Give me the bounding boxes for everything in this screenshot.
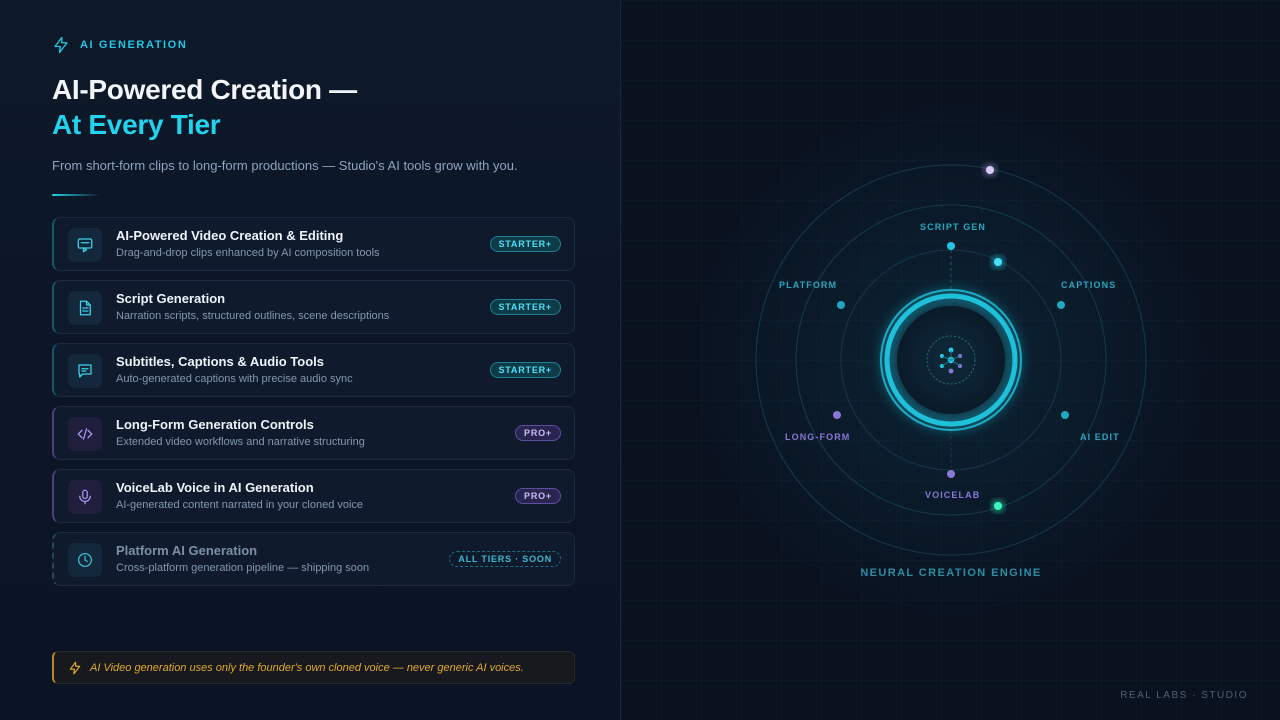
caption-icon xyxy=(68,354,102,388)
code-icon xyxy=(68,417,102,451)
node-label-long-form: LONG-FORM xyxy=(785,432,851,442)
node-long-form xyxy=(833,411,841,419)
feature-card[interactable]: Long-Form Generation Controls Extended v… xyxy=(52,406,575,460)
neural-engine-diagram xyxy=(755,163,1147,556)
feature-card[interactable]: AI-Powered Video Creation & Editing Drag… xyxy=(52,217,575,271)
node-label-ai-edit: AI EDIT xyxy=(1080,432,1120,442)
engine-label: NEURAL CREATION ENGINE xyxy=(860,567,1042,579)
node-label-captions: CAPTIONS xyxy=(1061,280,1117,290)
page-title-highlight: At Every Tier xyxy=(52,109,221,140)
node-script-gen xyxy=(947,242,955,250)
node-platform xyxy=(837,301,845,309)
diagram-panel: SCRIPT GEN CAPTIONS PLATFORM AI EDIT LON… xyxy=(620,0,1280,720)
note-text: AI Video generation uses only the founde… xyxy=(90,661,524,674)
node-voicelab xyxy=(947,470,955,478)
feature-description: Narration scripts, structured outlines, … xyxy=(116,310,390,322)
node-label-platform: PLATFORM xyxy=(779,280,838,290)
eyebrow-label: AI GENERATION xyxy=(80,39,188,51)
nucleus-dot xyxy=(948,368,954,374)
feature-title: Script Generation xyxy=(116,291,226,306)
microphone-icon xyxy=(68,480,102,514)
node-label-script-gen: SCRIPT GEN xyxy=(920,222,987,232)
tier-badge: STARTER+ xyxy=(489,236,561,252)
orbiter-dot xyxy=(994,258,1002,266)
feature-title: Subtitles, Captions & Audio Tools xyxy=(116,354,324,369)
tier-badge: PRO+ xyxy=(515,425,561,441)
accent-divider xyxy=(52,194,100,196)
feature-title: VoiceLab Voice in AI Generation xyxy=(116,480,314,495)
tier-badge: ALL TIERS · SOON xyxy=(449,551,561,567)
feature-title: Long-Form Generation Controls xyxy=(116,417,314,432)
lightning-bolt-icon xyxy=(52,36,70,54)
feature-description: Drag-and-drop clips enhanced by AI compo… xyxy=(116,247,380,259)
feature-description: Auto-generated captions with precise aud… xyxy=(116,373,353,385)
voice-policy-note: AI Video generation uses only the founde… xyxy=(52,651,575,684)
document-icon xyxy=(68,291,102,325)
video-edit-icon xyxy=(68,228,102,262)
clock-icon xyxy=(68,543,102,577)
lightning-bolt-icon xyxy=(68,661,82,675)
feature-title: Platform AI Generation xyxy=(116,543,258,558)
orbiter-dot xyxy=(994,502,1002,510)
feature-description: AI-generated content narrated in your cl… xyxy=(116,499,364,511)
footer-brand: REAL LABS · STUDIO xyxy=(1120,690,1248,701)
orbiter-dot xyxy=(986,166,994,174)
tier-badge: STARTER+ xyxy=(489,299,561,315)
node-label-voicelab: VOICELAB xyxy=(925,490,981,500)
feature-description: Extended video workflows and narrative s… xyxy=(116,436,365,448)
page-title: AI-Powered Creation — xyxy=(52,74,357,105)
feature-card[interactable]: Platform AI Generation Cross-platform ge… xyxy=(52,532,575,586)
feature-card[interactable]: Subtitles, Captions & Audio Tools Auto-g… xyxy=(52,343,575,397)
feature-title: AI-Powered Video Creation & Editing xyxy=(116,228,344,243)
left-panel: AI GENERATION AI-Powered Creation — At E… xyxy=(0,0,620,720)
node-captions xyxy=(1057,301,1065,309)
tier-badge: STARTER+ xyxy=(489,362,561,378)
feature-description: Cross-platform generation pipeline — shi… xyxy=(116,562,370,574)
node-ai-edit xyxy=(1061,411,1069,419)
tier-badge: PRO+ xyxy=(515,488,561,504)
feature-card[interactable]: Script Generation Narration scripts, str… xyxy=(52,280,575,334)
feature-card[interactable]: VoiceLab Voice in AI Generation AI-gener… xyxy=(52,469,575,523)
eyebrow: AI GENERATION xyxy=(52,36,187,54)
feature-list: AI-Powered Video Creation & Editing Drag… xyxy=(52,217,575,595)
page-subtitle: From short-form clips to long-form produ… xyxy=(52,158,518,173)
